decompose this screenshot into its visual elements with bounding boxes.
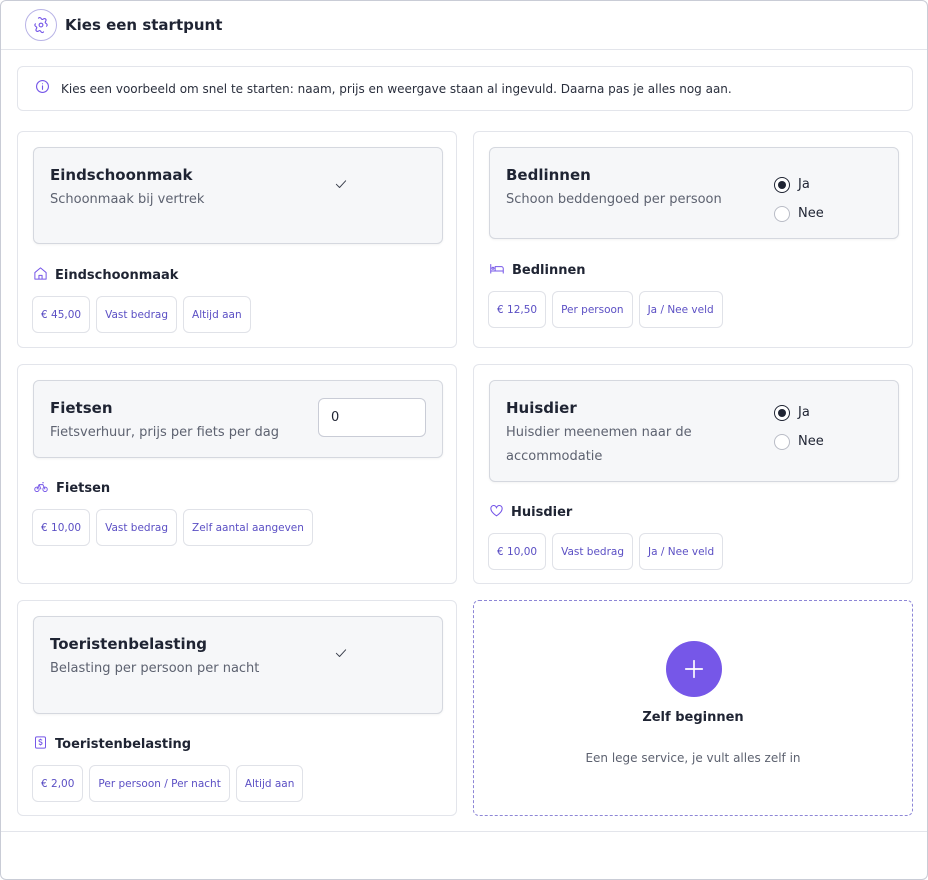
radio-button[interactable] [774, 404, 790, 421]
chip-list: € 2,00 Per persoon / Per nacht Altijd aa… [32, 765, 304, 802]
type-chip: Per persoon [552, 291, 633, 328]
radio-option-nee[interactable]: Nee [774, 427, 824, 456]
bed-icon [489, 261, 512, 280]
mode-chip: Ja / Nee veld [639, 533, 724, 570]
preview-box: Toeristenbelasting Belasting per persoon… [33, 616, 443, 714]
template-card-eindschoonmaak[interactable]: Eindschoonmaak Schoonmaak bij vertrek Ei… [17, 131, 457, 348]
preview-title: Eindschoonmaak [50, 166, 193, 184]
price-chip: € 12,50 [488, 291, 547, 328]
type-chip: Vast bedrag [96, 296, 178, 333]
check-icon [334, 176, 348, 195]
info-banner: Kies een voorbeeld om snel te starten: n… [17, 66, 913, 111]
info-icon [35, 79, 50, 98]
price-chip: € 45,00 [32, 296, 91, 333]
chip-list: € 45,00 Vast bedrag Altijd aan [32, 296, 251, 333]
service-name-label: Bedlinnen [512, 263, 586, 278]
mode-chip: Ja / Nee veld [638, 291, 723, 328]
price-chip: € 2,00 [32, 765, 84, 802]
preview-subtitle: Schoon beddengoed per persoon [506, 192, 722, 207]
preview-title: Huisdier [506, 399, 577, 417]
service-name: Eindschoonmaak [33, 266, 178, 285]
service-name-label: Fietsen [56, 481, 111, 496]
service-name: Huisdier [489, 503, 572, 522]
service-name-label: Toeristenbelasting [55, 737, 192, 752]
template-card-bedlinnen[interactable]: Bedlinnen Schoon beddengoed per persoon … [473, 131, 913, 348]
heart-icon [489, 503, 511, 522]
footer-divider [1, 831, 927, 832]
radio-label: Ja [798, 177, 810, 192]
radio-option-ja[interactable]: Ja [774, 398, 824, 427]
chip-list: € 10,00 Vast bedrag Zelf aantal aangeven [32, 509, 313, 546]
radio-option-nee[interactable]: Nee [774, 199, 824, 228]
preview-subtitle: Schoonmaak bij vertrek [50, 192, 205, 207]
radio-option-ja[interactable]: Ja [774, 170, 824, 199]
preview-box: Eindschoonmaak Schoonmaak bij vertrek [33, 147, 443, 244]
home-icon [33, 266, 55, 285]
start-subtitle: Een lege service, je vult alles zelf in [585, 751, 801, 765]
price-chip: € 10,00 [32, 509, 91, 546]
check-icon [334, 645, 348, 664]
preview-box: Huisdier Huisdier meenemen naar de accom… [489, 380, 899, 482]
puzzle-icon [25, 9, 57, 41]
mode-chip: Zelf aantal aangeven [183, 509, 313, 546]
yes-no-radio-group: Ja Nee [774, 398, 824, 456]
receipt-icon [33, 735, 55, 754]
service-name: Bedlinnen [489, 261, 586, 280]
service-name-label: Eindschoonmaak [55, 268, 179, 283]
preview-title: Bedlinnen [506, 166, 591, 184]
radio-button[interactable] [774, 176, 790, 193]
dialog-header: Kies een startpunt [1, 1, 927, 50]
template-card-huisdier[interactable]: Huisdier Huisdier meenemen naar de accom… [473, 364, 913, 584]
radio-button[interactable] [774, 433, 790, 450]
bike-icon [33, 479, 56, 498]
chip-list: € 12,50 Per persoon Ja / Nee veld [488, 291, 723, 328]
template-picker-dialog: Kies een startpunt Kies een voorbeeld om… [0, 0, 928, 880]
dialog-title: Kies een startpunt [65, 16, 223, 34]
template-card-toeristenbelasting[interactable]: Toeristenbelasting Belasting per persoon… [17, 600, 457, 816]
preview-subtitle: Belasting per persoon per nacht [50, 661, 260, 676]
preview-subtitle: Huisdier meenemen naar de accommodatie [506, 425, 692, 464]
radio-label: Ja [798, 405, 810, 420]
yes-no-radio-group: Ja Nee [774, 170, 824, 228]
type-chip: Vast bedrag [96, 509, 178, 546]
radio-button[interactable] [774, 205, 790, 222]
preview-subtitle: Fietsverhuur, prijs per fiets per dag [50, 425, 279, 440]
template-card-fietsen[interactable]: Fietsen Fietsverhuur, prijs per fiets pe… [17, 364, 457, 584]
preview-title: Toeristenbelasting [50, 635, 208, 653]
type-chip: Vast bedrag [552, 533, 634, 570]
plus-icon[interactable] [666, 641, 722, 697]
radio-label: Nee [798, 206, 824, 221]
preview-box: Bedlinnen Schoon beddengoed per persoon … [489, 147, 899, 239]
start-title: Zelf beginnen [642, 710, 744, 725]
mode-chip: Altijd aan [183, 296, 251, 333]
service-name: Toeristenbelasting [33, 735, 191, 754]
price-chip: € 10,00 [488, 533, 547, 570]
mode-chip: Altijd aan [235, 765, 304, 802]
radio-label: Nee [798, 434, 824, 449]
quantity-input[interactable] [318, 398, 426, 437]
preview-title: Fietsen [50, 399, 113, 417]
chip-list: € 10,00 Vast bedrag Ja / Nee veld [488, 533, 724, 570]
type-chip: Per persoon / Per nacht [89, 765, 230, 802]
info-text: Kies een voorbeeld om snel te starten: n… [61, 81, 732, 96]
service-name: Fietsen [33, 479, 110, 498]
preview-box: Fietsen Fietsverhuur, prijs per fiets pe… [33, 380, 443, 458]
start-blank-card[interactable]: Zelf beginnen Een lege service, je vult … [473, 600, 913, 816]
service-name-label: Huisdier [511, 505, 573, 520]
